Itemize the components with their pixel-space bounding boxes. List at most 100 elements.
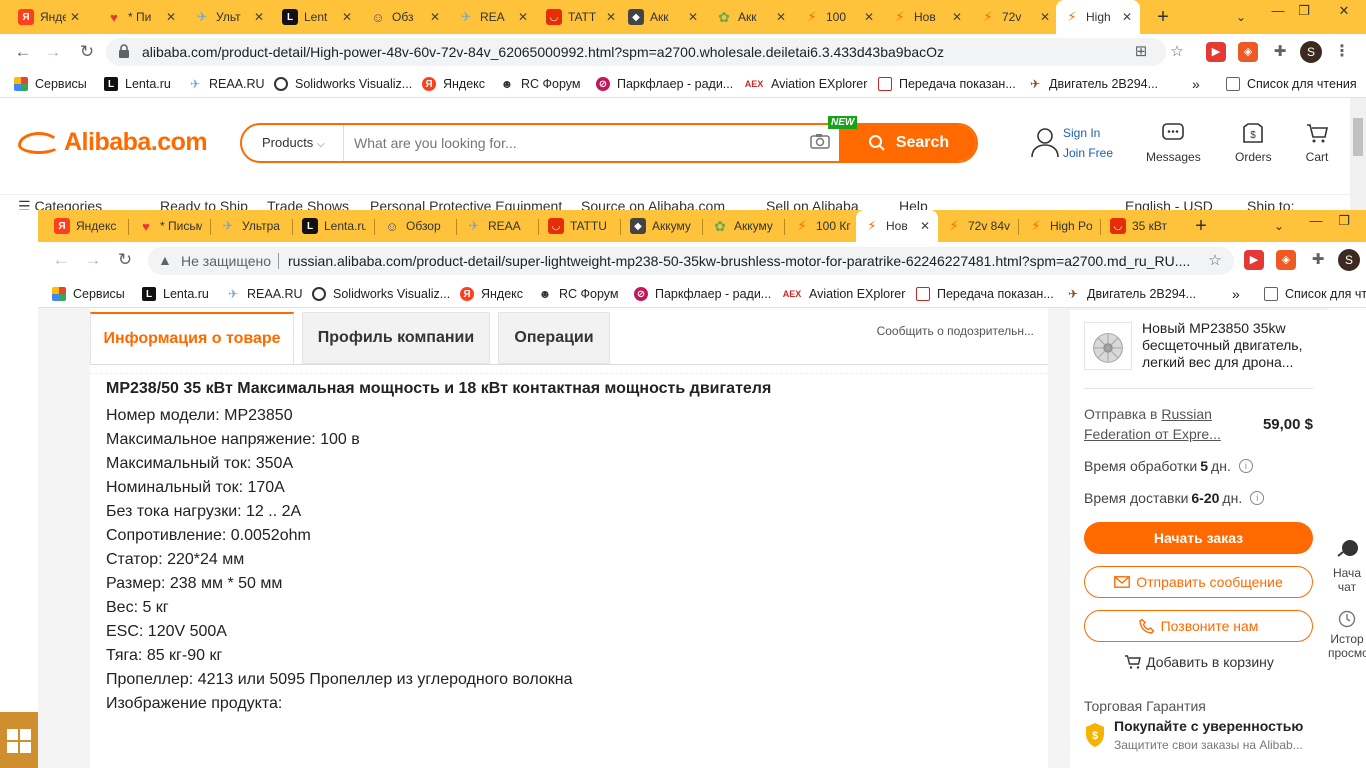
back-tab-10[interactable]: ⚡ 100 ✕: [796, 0, 882, 34]
tab-search-chevron-icon[interactable]: ⌄: [1228, 4, 1254, 30]
forward-arrow-icon[interactable]: →: [40, 40, 66, 64]
extensions-puzzle-icon[interactable]: ✚: [1270, 42, 1290, 62]
close-icon[interactable]: ✕: [1122, 10, 1132, 24]
bookmark-aex[interactable]: AEX Aviation EXplorer: [744, 75, 868, 93]
start-chat-button[interactable]: Нача чат: [1328, 536, 1366, 594]
send-message-button[interactable]: Отправить сообщение: [1084, 566, 1313, 598]
bookmark-peredacha[interactable]: Передача показан...: [878, 75, 1016, 93]
front-tab-14[interactable]: ◡ 35 кВт: [1102, 210, 1182, 242]
close-icon[interactable]: ✕: [606, 10, 616, 24]
close-icon[interactable]: ✕: [688, 10, 698, 24]
info-icon[interactable]: i: [1238, 459, 1253, 473]
youtube-extension-icon[interactable]: ▶: [1206, 42, 1226, 62]
bookmark-lenta[interactable]: L Lenta.ru: [104, 75, 171, 93]
bookmark-peredacha[interactable]: Передача показан...: [916, 285, 1054, 303]
bookmark-parkflyer[interactable]: ⊘ Паркфлаер - ради...: [634, 285, 771, 303]
ship-to-link[interactable]: Ship to:: [1247, 198, 1294, 210]
alibaba-logo[interactable]: Alibaba.com: [18, 128, 208, 157]
front-tab-11-active[interactable]: ⚡ Нов ✕: [856, 210, 938, 242]
bookmark-parkflyer[interactable]: ⊘ Паркфлаер - ради...: [596, 75, 733, 93]
brave-extension-icon[interactable]: ◈: [1238, 42, 1258, 62]
front-tab-8[interactable]: ◆ Аккуму: [622, 210, 702, 242]
security-label[interactable]: Не защищено: [181, 253, 271, 269]
ready-to-ship-link[interactable]: Ready to Ship: [160, 198, 248, 210]
front-tab-3[interactable]: ✈ Ультра: [212, 210, 292, 242]
close-icon[interactable]: ✕: [166, 10, 176, 24]
bookmark-aex[interactable]: AEX Aviation EXplorer: [782, 285, 906, 303]
search-button[interactable]: Search: [839, 125, 976, 161]
reading-list[interactable]: Список для чте: [1264, 285, 1366, 303]
front-tab-5[interactable]: ☺ Обзор: [376, 210, 456, 242]
front-tab-6[interactable]: ✈ REAA: [458, 210, 538, 242]
front-tab-4[interactable]: L Lenta.ru: [294, 210, 374, 242]
extensions-puzzle-icon[interactable]: ✚: [1308, 250, 1328, 270]
bookmark-star-icon[interactable]: ☆: [1168, 43, 1186, 61]
bookmarks-overflow-icon[interactable]: »: [1192, 75, 1200, 93]
tab-operations[interactable]: Операции: [498, 312, 610, 364]
back-tab-5[interactable]: ☺ Обз ✕: [362, 0, 448, 34]
product-name[interactable]: Новый MP23850 35kw бесщеточный двигатель…: [1142, 320, 1318, 371]
report-suspicious-link[interactable]: Сообщить о подозрительн...: [877, 324, 1034, 338]
close-window-button[interactable]: ✕: [1322, 0, 1366, 22]
profile-avatar[interactable]: S: [1300, 41, 1322, 63]
new-tab-button[interactable]: +: [1150, 4, 1176, 30]
back-tab-1[interactable]: Я Янде ✕: [10, 0, 88, 34]
restore-button[interactable]: ❐: [1282, 0, 1326, 22]
tab-product-info[interactable]: Информация о товаре: [90, 312, 294, 364]
bookmark-reaa[interactable]: ✈ REAA.RU: [188, 75, 265, 93]
back-tab-7[interactable]: ◡ TATT ✕: [538, 0, 624, 34]
help-link[interactable]: Help: [899, 198, 928, 210]
front-tab-2[interactable]: ♥ * Письм: [130, 210, 210, 242]
search-category-dropdown[interactable]: Products ⌵: [262, 135, 325, 150]
tab-company-profile[interactable]: Профиль компании: [302, 312, 490, 364]
brave-extension-icon[interactable]: ◈: [1276, 250, 1296, 270]
bookmark-lenta[interactable]: L Lenta.ru: [142, 285, 209, 303]
close-icon[interactable]: ✕: [776, 10, 786, 24]
close-icon[interactable]: ✕: [518, 10, 528, 24]
close-icon[interactable]: ✕: [952, 10, 962, 24]
bookmark-solidworks[interactable]: Solidworks Visualiz...: [312, 285, 450, 303]
bookmark-services[interactable]: Сервисы: [52, 285, 125, 303]
start-order-button[interactable]: Начать заказ: [1084, 522, 1313, 554]
bookmark-star-icon[interactable]: ☆: [1206, 252, 1224, 270]
orders-link[interactable]: $ Orders: [1235, 122, 1272, 164]
close-icon[interactable]: ✕: [342, 10, 352, 24]
info-icon[interactable]: i: [1250, 491, 1265, 505]
profile-avatar[interactable]: S: [1338, 249, 1360, 271]
history-button[interactable]: Истор просмо: [1328, 610, 1366, 660]
close-icon[interactable]: ✕: [430, 10, 440, 24]
front-tab-12[interactable]: ⚡ 72v 84v: [938, 210, 1018, 242]
address-bar[interactable]: ▲ Не защищено russian.alibaba.com/produc…: [148, 247, 1234, 275]
new-tab-button[interactable]: +: [1188, 213, 1214, 239]
sign-in-link[interactable]: Sign In: [1063, 126, 1100, 140]
sell-on-alibaba-link[interactable]: Sell on Alibaba: [766, 198, 859, 210]
front-tab-9[interactable]: ✿ Аккуму: [704, 210, 784, 242]
user-icon[interactable]: [1030, 126, 1060, 158]
close-icon[interactable]: ✕: [70, 10, 80, 24]
back-tab-6[interactable]: ✈ REA ✕: [450, 0, 536, 34]
front-tab-1[interactable]: Я Яндекс: [46, 210, 128, 242]
front-tab-13[interactable]: ⚡ High Po: [1020, 210, 1100, 242]
bookmark-yandex[interactable]: Я Яндекс: [460, 285, 523, 303]
youtube-extension-icon[interactable]: ▶: [1244, 250, 1264, 270]
back-tab-4[interactable]: L Lent ✕: [274, 0, 360, 34]
close-icon[interactable]: ✕: [254, 10, 264, 24]
front-tab-10[interactable]: ⚡ 100 Кг: [786, 210, 862, 242]
messages-link[interactable]: Messages: [1146, 122, 1201, 164]
back-tab-2[interactable]: ♥ * Пи ✕: [98, 0, 184, 34]
bookmark-rc-forum[interactable]: ☻ RC Форум: [500, 75, 581, 93]
join-free-link[interactable]: Join Free: [1063, 146, 1113, 160]
product-thumbnail[interactable]: [1084, 322, 1132, 370]
back-tab-13-active[interactable]: ⚡ High ✕: [1056, 0, 1140, 34]
search-input[interactable]: [354, 133, 794, 153]
language-currency-link[interactable]: English - USD: [1125, 198, 1213, 210]
close-icon[interactable]: ✕: [1040, 10, 1050, 24]
bookmark-services[interactable]: Сервисы: [14, 75, 87, 93]
source-on-alibaba-link[interactable]: Source on Alibaba.com: [581, 198, 725, 210]
bookmark-rc-forum[interactable]: ☻ RC Форум: [538, 285, 619, 303]
reading-list[interactable]: Список для чтения: [1226, 75, 1357, 93]
translate-icon[interactable]: ⊞: [1132, 43, 1150, 61]
scrollbar-thumb[interactable]: [1353, 118, 1363, 156]
back-tab-8[interactable]: ◆ Акк ✕: [620, 0, 706, 34]
reload-icon[interactable]: ↻: [112, 248, 138, 272]
